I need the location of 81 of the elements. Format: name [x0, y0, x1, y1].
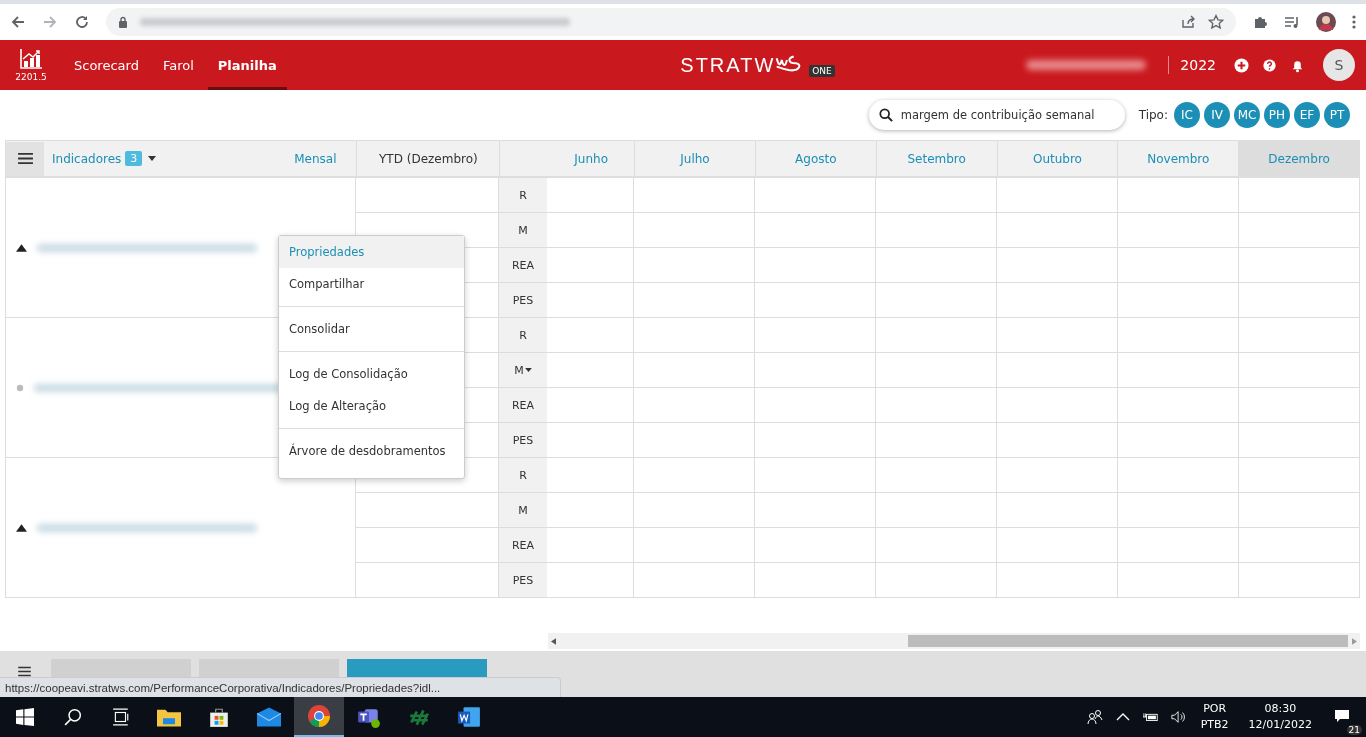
version-label: 2201.5 — [15, 72, 47, 82]
menu-item[interactable]: Árvore de desdobramentos — [279, 435, 464, 467]
notification-icon[interactable] — [1334, 707, 1350, 724]
row-label: REA — [499, 248, 547, 282]
scrollbar-thumb[interactable] — [908, 635, 1348, 647]
logo-text: STRATW — [680, 53, 776, 77]
row-label: R — [499, 178, 547, 212]
row-label: M — [499, 353, 547, 387]
type-label: Tipo: — [1138, 108, 1168, 122]
menu-item[interactable]: Consolidar — [279, 313, 464, 345]
language-indicator[interactable]: POR PTB2 — [1200, 701, 1229, 733]
menu-item[interactable]: Log de Consolidação — [279, 358, 464, 390]
nav-tab[interactable]: Farol — [152, 40, 204, 90]
row-label: REA — [499, 388, 547, 422]
puzzle-icon[interactable] — [1252, 14, 1268, 30]
row-label: M — [499, 493, 547, 527]
caret-icon[interactable] — [524, 368, 532, 372]
menu-item[interactable]: Compartilhar — [279, 268, 464, 300]
reload-icon[interactable] — [74, 14, 90, 30]
collapse-icon[interactable] — [16, 523, 27, 532]
logo-badge: ONE — [809, 65, 835, 77]
windows-icon[interactable] — [16, 708, 34, 726]
search-icon[interactable] — [64, 708, 82, 726]
collapse-icon[interactable] — [16, 243, 27, 252]
task-view-icon[interactable] — [112, 708, 130, 726]
scrollbar[interactable] — [548, 633, 1360, 649]
profile-avatar[interactable] — [1316, 12, 1336, 32]
column-header[interactable]: Setembro — [875, 141, 997, 176]
search-field[interactable]: margem de contribuição semanal — [868, 100, 1125, 130]
row-label: PES — [499, 423, 547, 457]
type-filter-button[interactable]: MC — [1234, 102, 1260, 128]
row-label: R — [499, 458, 547, 492]
star-icon[interactable] — [1208, 14, 1224, 30]
add-icon[interactable] — [1234, 57, 1249, 73]
year-label[interactable]: 2022 — [1180, 57, 1216, 73]
column-header[interactable]: Dezembro — [1238, 141, 1360, 176]
user-avatar[interactable]: S — [1323, 49, 1355, 81]
more-icon[interactable] — [1352, 14, 1356, 30]
row-label: PES — [499, 283, 547, 317]
share-icon[interactable] — [1180, 14, 1196, 30]
clock[interactable]: 08:30 12/01/2022 — [1248, 701, 1312, 733]
period-selector[interactable]: Mensal — [294, 151, 337, 166]
indicators-dropdown[interactable]: Indicadores — [52, 151, 122, 166]
menu-icon — [17, 152, 33, 165]
lock-icon — [118, 16, 128, 28]
type-filter-button[interactable]: IV — [1204, 102, 1230, 128]
menu-item[interactable]: Propriedades — [279, 236, 464, 268]
chart-icon[interactable] — [19, 48, 43, 70]
word-icon[interactable] — [457, 706, 481, 728]
menu-button[interactable] — [6, 141, 44, 176]
type-filter-button[interactable]: IC — [1174, 102, 1200, 128]
column-header[interactable]: Julho — [634, 141, 755, 176]
search-icon — [878, 108, 893, 122]
nav-tab[interactable]: Planilha — [207, 40, 287, 90]
menu-item[interactable]: Log de Alteração — [279, 390, 464, 422]
row-label: R — [499, 318, 547, 352]
help-icon[interactable] — [1263, 58, 1276, 72]
column-header[interactable]: Junho — [548, 141, 635, 176]
people-icon[interactable] — [1086, 709, 1103, 725]
status-url: https://coopeavi.stratws.com/PerformanceCorporativa/Indicadores/Propriedades?idl... — [0, 677, 562, 699]
row-label: M — [499, 213, 547, 247]
notification-count: 21 — [1346, 724, 1362, 735]
type-filter-button[interactable]: PT — [1324, 102, 1350, 128]
menu-icon[interactable] — [18, 666, 31, 677]
browser-icon[interactable] — [307, 705, 331, 727]
caret-icon[interactable] — [148, 156, 157, 161]
speaker-icon[interactable] — [1170, 709, 1187, 725]
row-label: REA — [499, 528, 547, 562]
scroll-left-icon[interactable] — [551, 637, 556, 645]
column-header[interactable]: Outubro — [996, 141, 1118, 176]
mail-icon[interactable] — [257, 706, 281, 728]
nav-tab[interactable]: Scorecard — [64, 40, 149, 90]
back-icon[interactable] — [10, 14, 26, 30]
type-filter-button[interactable]: PH — [1264, 102, 1290, 128]
column-header[interactable]: Agosto — [754, 141, 876, 176]
type-filter-button[interactable]: EF — [1294, 102, 1320, 128]
playlist-icon[interactable] — [1284, 14, 1300, 30]
store-icon[interactable] — [207, 706, 231, 728]
row-label: PES — [499, 563, 547, 597]
count-badge: 3 — [125, 151, 143, 166]
teams-icon[interactable] — [357, 706, 381, 728]
